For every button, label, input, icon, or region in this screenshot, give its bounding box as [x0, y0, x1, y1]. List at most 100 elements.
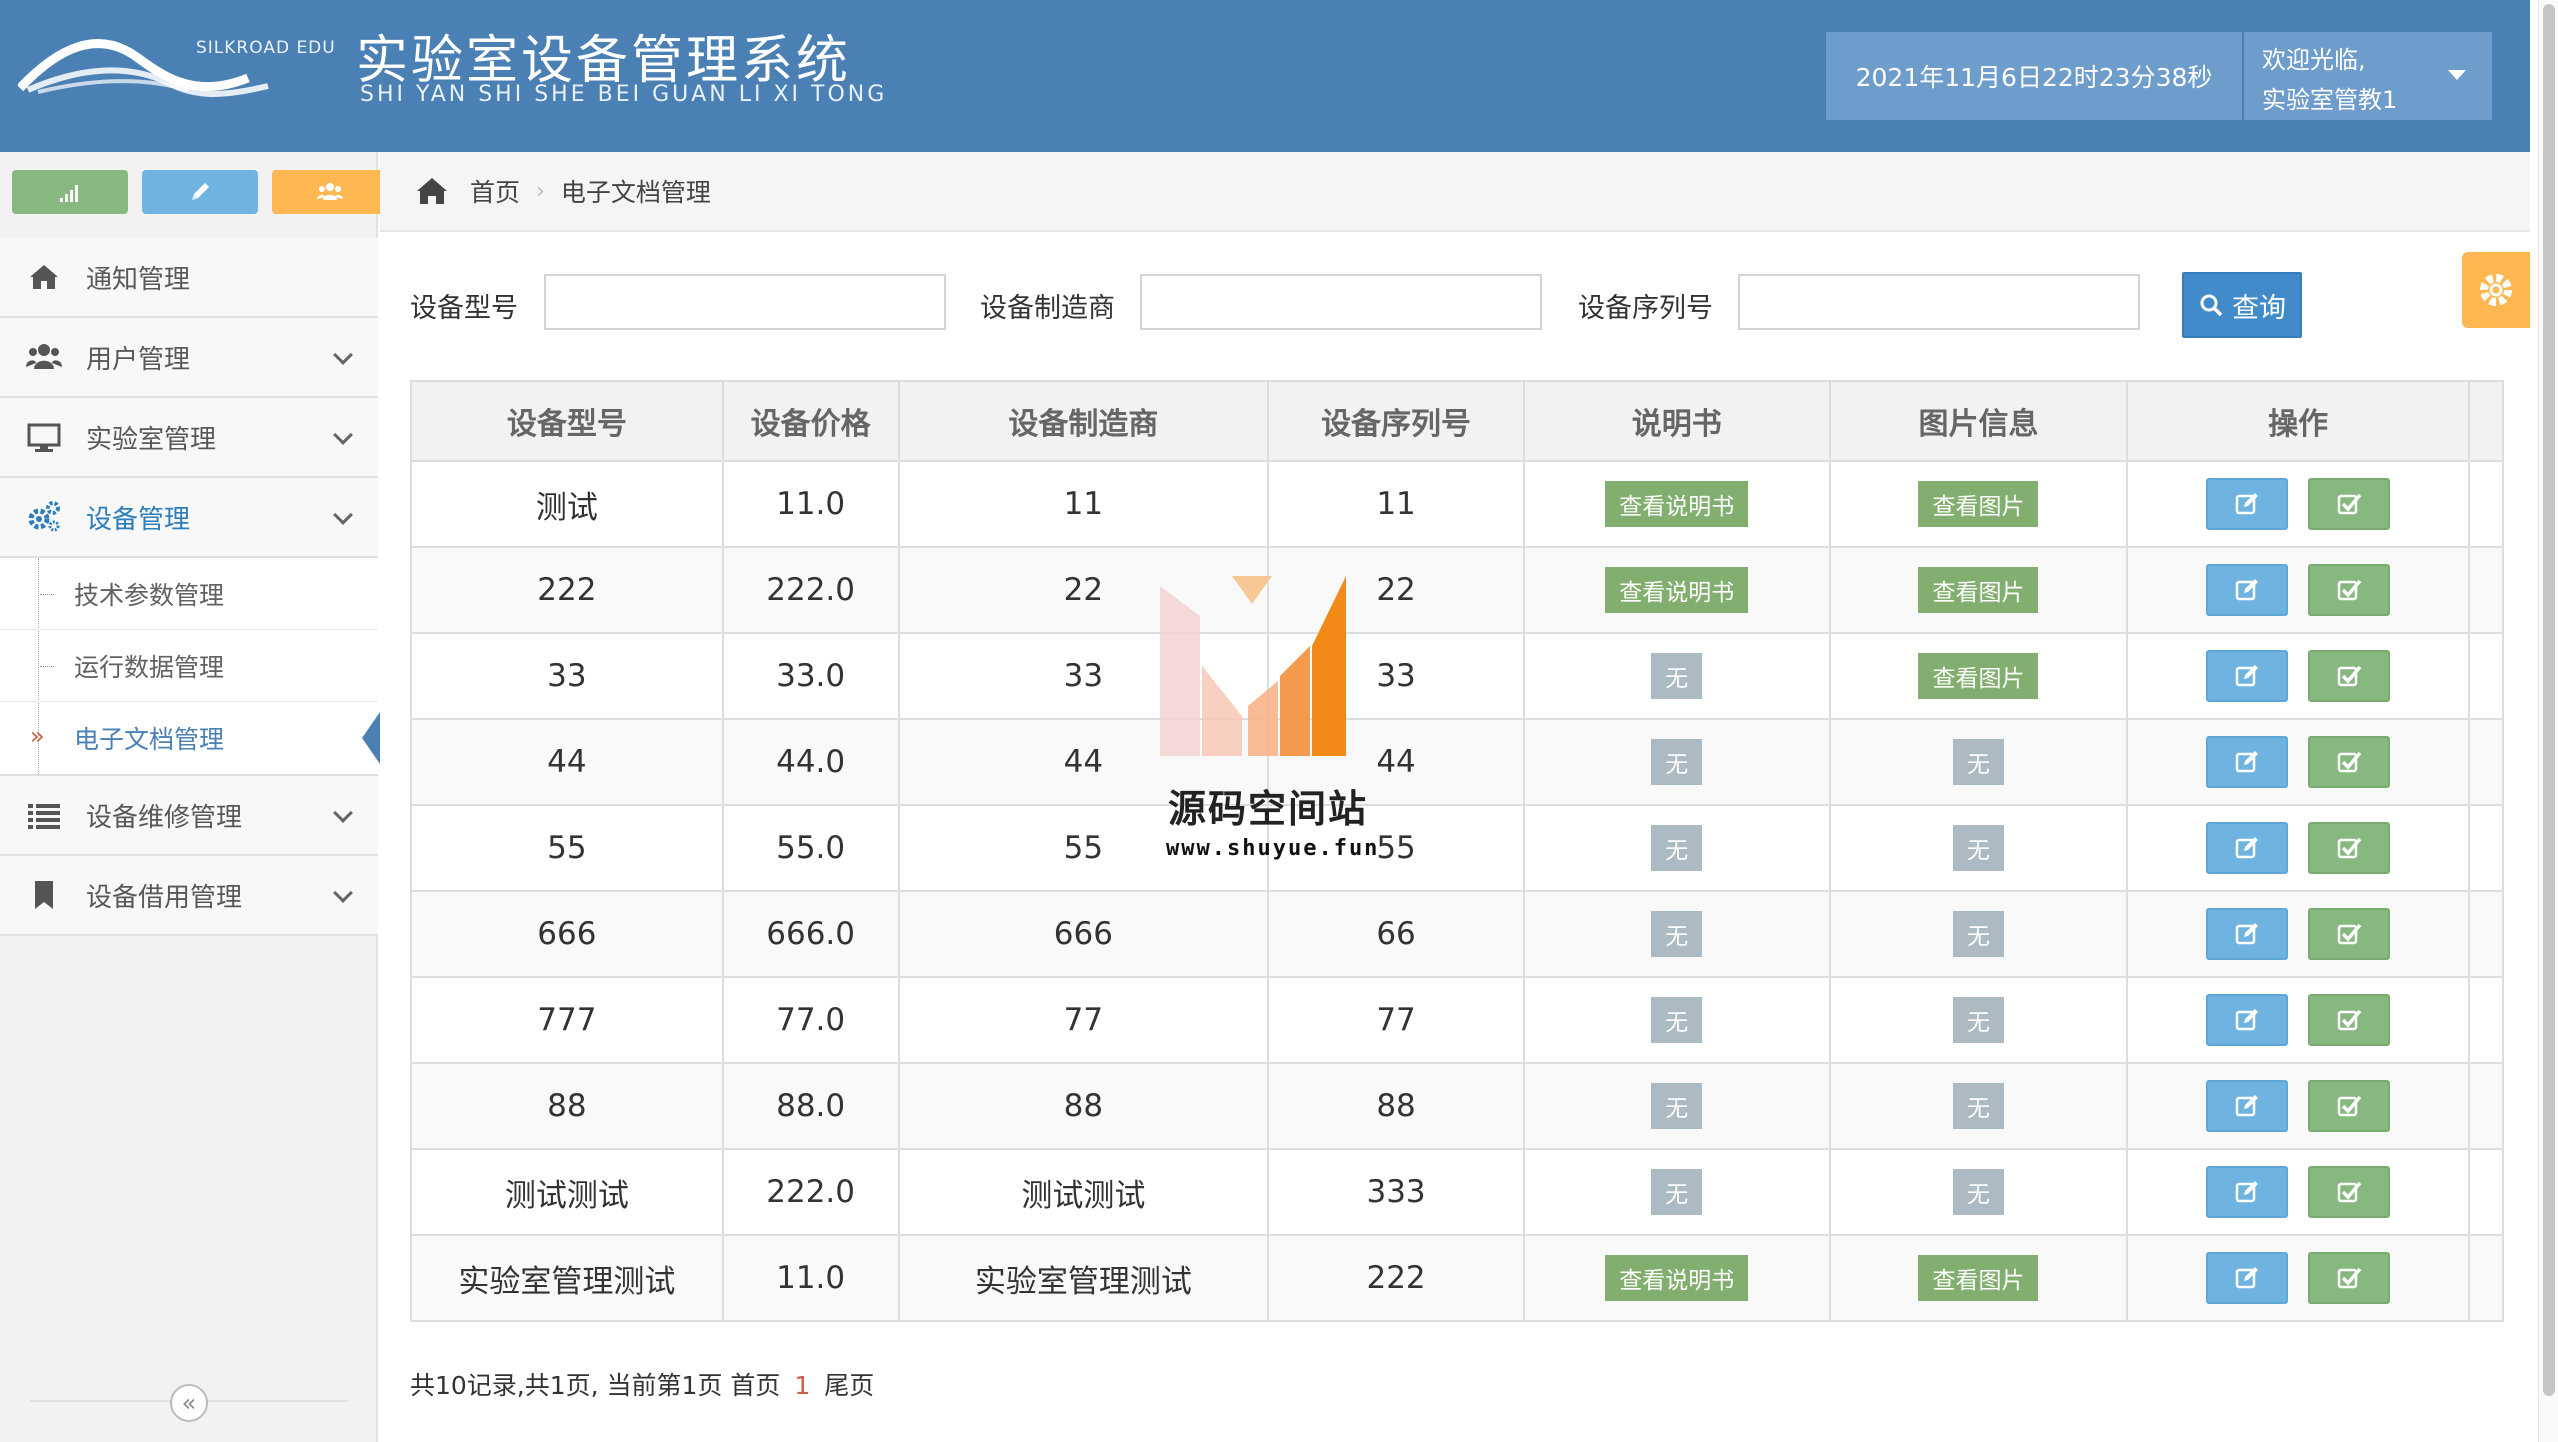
sidebar-item-label: 实验室管理: [86, 424, 217, 455]
edit-button[interactable]: [2206, 1252, 2289, 1304]
edit-icon: [2233, 920, 2261, 948]
sidebar-item-device[interactable]: 设备管理: [0, 478, 378, 558]
table-row: 测试 11.0 11 11 查看说明书 查看图片: [410, 460, 2504, 548]
watermark-url: www.shuyue.fun: [1166, 836, 1380, 861]
approve-button[interactable]: [2308, 478, 2391, 530]
view-manual-button[interactable]: 查看说明书: [1605, 1255, 1749, 1301]
cell-model: 33: [410, 632, 724, 720]
edit-button[interactable]: [2206, 736, 2289, 788]
search-button-label: 查询: [2232, 292, 2286, 324]
shortcut-users-button[interactable]: [272, 170, 388, 214]
cell-manual: 无: [1522, 632, 1831, 720]
approve-button[interactable]: [2308, 564, 2391, 616]
approve-button[interactable]: [2308, 822, 2391, 874]
sidebar-item-lab[interactable]: 实验室管理: [0, 398, 378, 478]
cell-model: 777: [410, 976, 724, 1064]
approve-button[interactable]: [2308, 1252, 2391, 1304]
chevron-down-icon: [333, 883, 353, 903]
maker-label: 设备制造商: [980, 293, 1115, 324]
view-image-button[interactable]: 查看图片: [1918, 1255, 2039, 1301]
view-image-button[interactable]: 查看图片: [1918, 567, 2039, 613]
submenu-item-run-data[interactable]: 运行数据管理: [0, 630, 378, 702]
cell-price: 55.0: [721, 804, 900, 892]
no-manual-badge: 无: [1651, 1083, 1703, 1129]
table-row: 777 77.0 77 77 无无: [410, 976, 2504, 1064]
view-image-button[interactable]: 查看图片: [1918, 653, 2039, 699]
edit-button[interactable]: [2206, 478, 2289, 530]
cell-serial: 88: [1267, 1062, 1525, 1150]
double-angle-left-icon: «: [181, 1389, 197, 1417]
edit-button[interactable]: [2206, 564, 2289, 616]
submenu-item-e-docs[interactable]: » 电子文档管理: [0, 702, 380, 774]
sidebar-item-users[interactable]: 用户管理: [0, 318, 378, 398]
first-page-link[interactable]: 首页: [730, 1371, 780, 1400]
no-image-badge: 无: [1952, 825, 2004, 871]
edit-icon: [2233, 576, 2261, 604]
no-image-badge: 无: [1952, 1083, 2004, 1129]
edit-icon: [2233, 834, 2261, 862]
no-manual-badge: 无: [1651, 653, 1703, 699]
shortcut-signal-button[interactable]: [12, 170, 128, 214]
table-row: 测试测试 222.0 测试测试 333 无无: [410, 1148, 2504, 1236]
approve-button[interactable]: [2308, 994, 2391, 1046]
cell-manual: 查看说明书: [1522, 546, 1831, 634]
caret-down-icon: [2448, 70, 2466, 80]
cell-manual: 无: [1522, 890, 1831, 978]
sidebar-item-repair[interactable]: 设备维修管理: [0, 776, 378, 856]
shortcut-pencil-button[interactable]: [142, 170, 258, 214]
users-icon: [317, 183, 343, 200]
cell-maker: 测试测试: [897, 1148, 1270, 1236]
cell-manual: 无: [1522, 1062, 1831, 1150]
edit-button[interactable]: [2206, 908, 2289, 960]
welcome-text: 欢迎光临,: [2262, 46, 2366, 74]
maker-input[interactable]: [1140, 274, 1542, 330]
sidebar-item-borrow[interactable]: 设备借用管理: [0, 856, 378, 936]
sidebar-collapse-button[interactable]: «: [170, 1384, 208, 1422]
ace-settings-button[interactable]: [2462, 252, 2530, 328]
approve-button[interactable]: [2308, 908, 2391, 960]
scrollbar-thumb[interactable]: [2543, 4, 2555, 1396]
current-page[interactable]: 1: [794, 1371, 810, 1400]
last-page-link[interactable]: 尾页: [824, 1371, 874, 1400]
sidebar-item-notice[interactable]: 通知管理: [0, 238, 378, 318]
view-manual-button[interactable]: 查看说明书: [1605, 567, 1749, 613]
approve-button[interactable]: [2308, 1166, 2391, 1218]
cell-model: 666: [410, 890, 724, 978]
edit-button[interactable]: [2206, 650, 2289, 702]
cell-price: 666.0: [721, 890, 900, 978]
desktop-icon: [24, 417, 64, 457]
approve-button[interactable]: [2308, 650, 2391, 702]
approve-button[interactable]: [2308, 736, 2391, 788]
col-header-model: 设备型号: [410, 380, 724, 462]
table-row: 222 222.0 22 22 查看说明书 查看图片: [410, 546, 2504, 634]
serial-label: 设备序列号: [1578, 293, 1713, 324]
edit-icon: [2233, 662, 2261, 690]
submenu-item-tech-params[interactable]: 技术参数管理: [0, 558, 378, 630]
cell-manual: 无: [1522, 804, 1831, 892]
cell-serial: 333: [1267, 1148, 1525, 1236]
cell-serial: 66: [1267, 890, 1525, 978]
approve-button[interactable]: [2308, 1080, 2391, 1132]
edit-button[interactable]: [2206, 1166, 2289, 1218]
home-icon[interactable]: [414, 173, 450, 209]
no-image-badge: 无: [1952, 739, 2004, 785]
edit-button[interactable]: [2206, 994, 2289, 1046]
user-menu[interactable]: 欢迎光临, 实验室管教1: [2244, 32, 2492, 120]
pagination: 共10记录,共1页, 当前第1页 首页 1 尾页: [410, 1366, 874, 1402]
edit-icon: [2233, 1178, 2261, 1206]
breadcrumb-home-link[interactable]: 首页: [470, 173, 520, 209]
cell-actions: [2126, 1062, 2470, 1150]
table-row: 666 666.0 666 66 无无: [410, 890, 2504, 978]
check-square-icon: [2335, 1264, 2363, 1292]
view-image-button[interactable]: 查看图片: [1918, 481, 2039, 527]
model-input[interactable]: [544, 274, 946, 330]
col-header-actions: 操作: [2126, 380, 2470, 462]
serial-input[interactable]: [1738, 274, 2140, 330]
page-scrollbar[interactable]: [2538, 0, 2558, 1442]
submenu-item-label: 电子文档管理: [74, 725, 225, 754]
search-button[interactable]: 查询: [2182, 272, 2302, 338]
edit-button[interactable]: [2206, 1080, 2289, 1132]
edit-button[interactable]: [2206, 822, 2289, 874]
col-header-maker: 设备制造商: [897, 380, 1270, 462]
view-manual-button[interactable]: 查看说明书: [1605, 481, 1749, 527]
